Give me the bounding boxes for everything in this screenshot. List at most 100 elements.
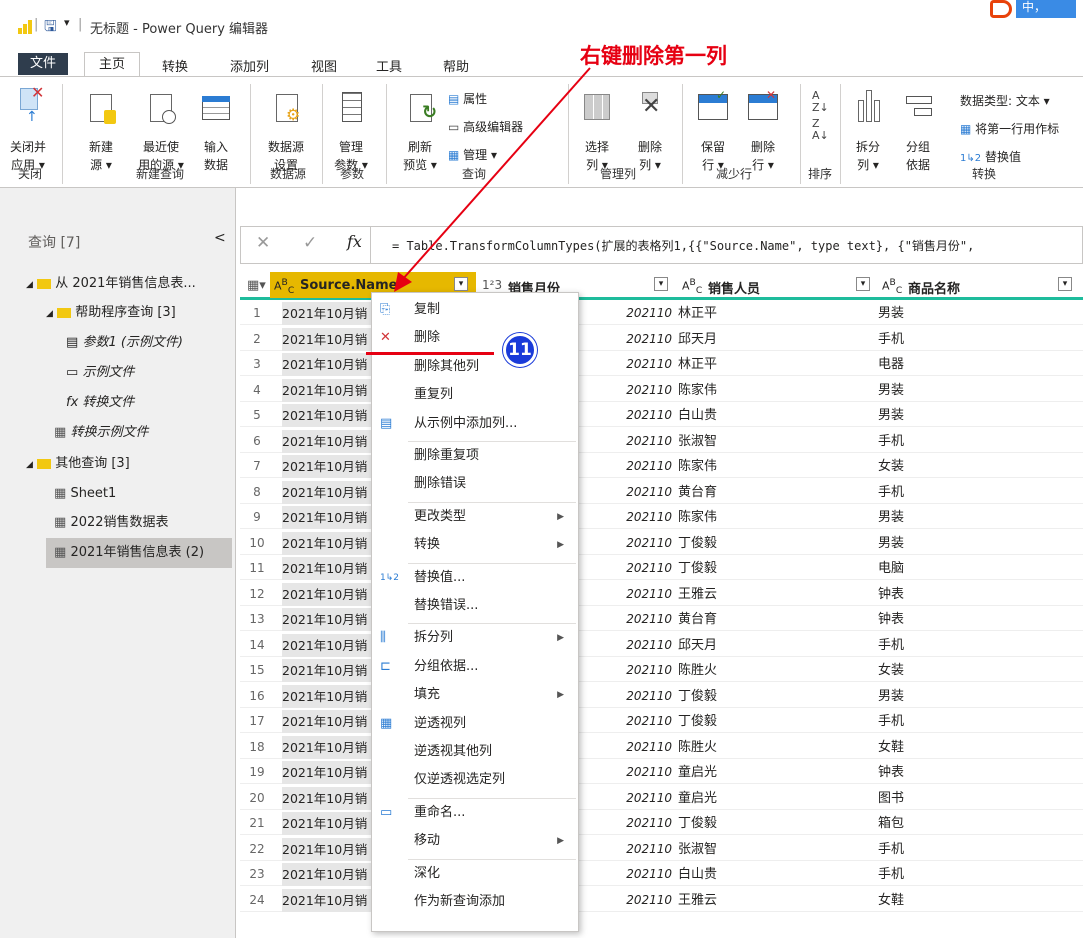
manage-parameters-button[interactable]: 管理 参数 ▾ (328, 86, 374, 174)
cell-salesperson[interactable]: 邱天月 (678, 634, 876, 657)
query-item-transform-sample[interactable]: ▦ 转换示例文件 (54, 420, 148, 446)
cell-salesperson[interactable]: 王雅云 (678, 583, 876, 606)
cell-salesperson[interactable]: 张淑智 (678, 430, 876, 453)
cell-salesperson[interactable]: 童启光 (678, 761, 876, 784)
table-row[interactable]: 19 2021年10月销 202110 童启光 钟表 (240, 761, 1083, 784)
cell-product[interactable]: 男装 (878, 302, 1078, 325)
menu-item[interactable]: 填充 ▶ (372, 682, 578, 708)
confirm-formula-icon[interactable]: ✓ (303, 233, 317, 253)
tab-view[interactable]: 视图 (311, 56, 337, 75)
table-row[interactable]: 11 2021年10月销 202110 丁俊毅 电脑 (240, 557, 1083, 580)
cell-product[interactable]: 手机 (878, 634, 1078, 657)
cell-salesperson[interactable]: 陈家伟 (678, 379, 876, 402)
table-row[interactable]: 2 2021年10月销 202110 邱天月 手机 (240, 327, 1083, 351)
query-group-root[interactable]: ◢ 从 2021年销售信息表... (26, 271, 196, 297)
table-row[interactable]: 3 2021年10月销 202110 林正平 电器 (240, 353, 1083, 376)
table-row[interactable]: 16 2021年10月销 202110 丁俊毅 男装 (240, 684, 1083, 708)
cell-product[interactable]: 手机 (878, 430, 1078, 453)
table-row[interactable]: 13 2021年10月销 202110 黄台育 钟表 (240, 608, 1083, 631)
menu-item[interactable]: 作为新查询添加 (372, 889, 578, 915)
cell-product[interactable]: 钟表 (878, 761, 1078, 784)
cell-product[interactable]: 手机 (878, 863, 1078, 886)
menu-item[interactable]: 转换 ▶ (372, 532, 578, 558)
save-icon[interactable]: 🖫 (44, 16, 57, 41)
table-row[interactable]: 18 2021年10月销 202110 陈胜火 女鞋 (240, 735, 1083, 759)
table-row[interactable]: 12 2021年10月销 202110 王雅云 钟表 (240, 582, 1083, 606)
menu-item[interactable]: ⫼ 拆分列 ▶ (372, 625, 578, 651)
filter-dropdown-icon[interactable]: ▾ (654, 277, 668, 291)
table-row[interactable]: 23 2021年10月销 202110 白山贵 手机 (240, 863, 1083, 886)
menu-item[interactable]: ▤ 从示例中添加列... (372, 411, 578, 437)
cell-salesperson[interactable]: 丁俊毅 (678, 812, 876, 835)
enter-data-button[interactable]: 输入 数据 (196, 86, 236, 174)
menu-item[interactable]: 更改类型 ▶ (372, 504, 578, 530)
cell-product[interactable]: 钟表 (878, 583, 1078, 606)
table-row[interactable]: 22 2021年10月销 202110 张淑智 手机 (240, 837, 1083, 861)
first-row-header-button[interactable]: ▦ 将第一行用作标 (960, 120, 1059, 137)
cell-salesperson[interactable]: 丁俊毅 (678, 532, 876, 555)
cell-salesperson[interactable]: 白山贵 (678, 863, 876, 886)
column-header-salesperson[interactable]: ABC 销售人员 ▾ (678, 272, 876, 298)
cell-salesperson[interactable]: 陈胜火 (678, 659, 876, 682)
menu-item[interactable]: 删除重复项 (372, 443, 578, 469)
query-item-parameter[interactable]: ▤ 参数1 (示例文件) (66, 330, 183, 356)
table-row[interactable]: 10 2021年10月销 202110 丁俊毅 男装 (240, 531, 1083, 555)
cell-salesperson[interactable]: 陈胜火 (678, 736, 876, 759)
menu-item[interactable]: 删除错误 (372, 471, 578, 497)
cell-salesperson[interactable]: 白山贵 (678, 404, 876, 427)
sort-ascending-icon[interactable]: A Z↓ (812, 90, 829, 114)
menu-item[interactable]: ▭ 重命名... (372, 800, 578, 826)
menu-item[interactable]: 替换错误... (372, 593, 578, 619)
cell-product[interactable]: 电器 (878, 353, 1078, 376)
cell-salesperson[interactable]: 童启光 (678, 787, 876, 810)
cell-product[interactable]: 手机 (878, 710, 1078, 733)
collapse-pane-icon[interactable]: < (214, 230, 226, 246)
table-row[interactable]: 9 2021年10月销 202110 陈家伟 男装 (240, 506, 1083, 529)
cell-salesperson[interactable]: 林正平 (678, 353, 876, 376)
data-source-settings-button[interactable]: ⚙ 数据源 设置 (258, 86, 314, 174)
menu-item[interactable]: ▦ 逆透视列 (372, 711, 578, 737)
menu-item[interactable]: 1↳2 替换值... (372, 565, 578, 591)
menu-item[interactable]: 深化 (372, 861, 578, 887)
query-item-sample-file[interactable]: ▭ 示例文件 (66, 360, 134, 386)
table-row[interactable]: 5 2021年10月销 202110 白山贵 男装 (240, 404, 1083, 427)
remove-columns-button[interactable]: ✕ 删除 列 ▾ (628, 86, 672, 174)
group-by-button[interactable]: 分组 依据 (896, 86, 940, 174)
cell-salesperson[interactable]: 王雅云 (678, 889, 876, 912)
tab-file[interactable]: 文件 (18, 53, 68, 75)
menu-item[interactable]: ⎘ 复制 (372, 297, 578, 323)
recent-sources-button[interactable]: 最近使 用的源 ▾ (134, 86, 188, 174)
cell-product[interactable]: 男装 (878, 506, 1078, 529)
cell-product[interactable]: 男装 (878, 379, 1078, 402)
keep-rows-button[interactable]: ✓ 保留 行 ▾ (690, 86, 736, 174)
cell-product[interactable]: 手机 (878, 838, 1078, 861)
table-row[interactable]: 4 2021年10月销 202110 陈家伟 男装 (240, 378, 1083, 402)
cancel-formula-icon[interactable]: ✕ (256, 233, 270, 253)
filter-dropdown-icon[interactable]: ▾ (1058, 277, 1072, 291)
cell-salesperson[interactable]: 丁俊毅 (678, 557, 876, 580)
table-menu-icon[interactable]: ▦▾ (247, 278, 266, 293)
query-group-helper[interactable]: ◢ 帮助程序查询 [3] (46, 300, 176, 326)
tab-home[interactable]: 主页 (84, 52, 140, 78)
cell-product[interactable]: 电脑 (878, 557, 1078, 580)
cell-product[interactable]: 钟表 (878, 608, 1078, 631)
cell-product[interactable]: 女鞋 (878, 736, 1078, 759)
cell-product[interactable]: 箱包 (878, 812, 1078, 835)
menu-item[interactable]: 重复列 (372, 382, 578, 408)
cell-salesperson[interactable]: 邱天月 (678, 328, 876, 351)
table-row[interactable]: 14 2021年10月销 202110 邱天月 手机 (240, 633, 1083, 657)
new-source-button[interactable]: 新建 源 ▾ (78, 86, 124, 174)
menu-item[interactable]: ✕ 删除 (372, 325, 578, 351)
cell-product[interactable]: 男装 (878, 685, 1078, 708)
cell-salesperson[interactable]: 黄台育 (678, 608, 876, 631)
cell-product[interactable]: 图书 (878, 787, 1078, 810)
query-group-other[interactable]: ◢ 其他查询 [3] (26, 451, 130, 477)
table-row[interactable]: 17 2021年10月销 202110 丁俊毅 手机 (240, 710, 1083, 733)
table-row[interactable]: 7 2021年10月销 202110 陈家伟 女装 (240, 455, 1083, 478)
menu-item[interactable]: 仅逆透视选定列 (372, 767, 578, 793)
cell-salesperson[interactable]: 黄台育 (678, 481, 876, 504)
replace-values-button[interactable]: 1↳2 替换值 (960, 148, 1021, 165)
data-type-dropdown[interactable]: 数据类型: 文本 ▾ (960, 92, 1050, 109)
menu-item[interactable]: 删除其他列 (372, 354, 578, 380)
menu-item[interactable]: ⊏ 分组依据... (372, 654, 578, 680)
